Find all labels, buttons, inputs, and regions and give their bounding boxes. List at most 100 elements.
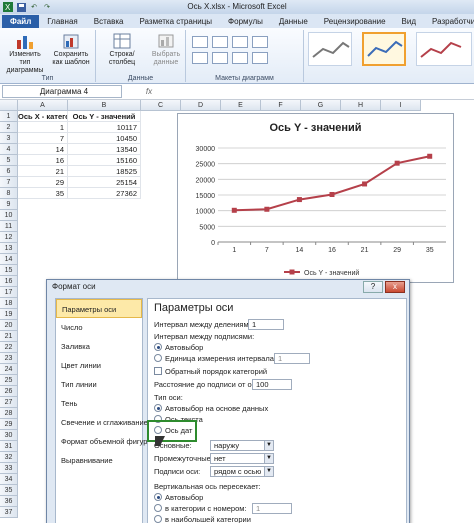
dialog-nav-item[interactable]: Формат объемной фигуры (56, 432, 153, 451)
row-header[interactable]: 18 (0, 298, 18, 309)
row-header[interactable]: 19 (0, 309, 18, 320)
row-header[interactable]: 32 (0, 452, 18, 463)
tab-8[interactable]: Разработчик (424, 15, 474, 28)
row-header[interactable]: 2 (0, 122, 18, 133)
chart-layout-3[interactable] (232, 36, 248, 48)
column-header-E[interactable]: E (221, 100, 261, 111)
reverse-checkbox[interactable] (154, 367, 162, 375)
cell-b[interactable]: 13540 (68, 144, 141, 155)
tab-1[interactable]: Главная (39, 15, 85, 28)
vert-max-radio[interactable] (154, 515, 162, 523)
dialog-nav-item[interactable]: Выравнивание (56, 451, 142, 470)
row-header[interactable]: 10 (0, 210, 18, 221)
fx-button[interactable]: fx (142, 87, 156, 96)
cell-b[interactable]: 25154 (68, 177, 141, 188)
row-header[interactable]: 13 (0, 243, 18, 254)
row-header[interactable]: 1 (0, 111, 18, 122)
name-box[interactable]: Диаграмма 4 (2, 85, 122, 98)
column-header-F[interactable]: F (261, 100, 301, 111)
row-header[interactable]: 21 (0, 331, 18, 342)
interval-input[interactable]: 1 (248, 319, 284, 330)
row-header[interactable]: 34 (0, 474, 18, 485)
auto-radio[interactable] (154, 343, 162, 351)
column-header-C[interactable]: C (141, 100, 181, 111)
chart-style-3[interactable] (416, 32, 472, 66)
column-header-H[interactable]: H (341, 100, 381, 111)
row-header[interactable]: 4 (0, 144, 18, 155)
cell-b[interactable]: 10450 (68, 133, 141, 144)
dialog-nav-item[interactable]: Тип линии (56, 375, 142, 394)
chart-layout-2[interactable] (212, 36, 228, 48)
vert-num-input[interactable]: 1 (252, 503, 292, 514)
unit-radio[interactable] (154, 354, 162, 362)
row-header[interactable]: 11 (0, 221, 18, 232)
row-header[interactable]: 37 (0, 507, 18, 518)
chart-layout-5[interactable] (192, 52, 208, 64)
tab-2[interactable]: Вставка (86, 15, 132, 28)
cell-header-b[interactable]: Ось Y - значений (68, 111, 141, 122)
cell-a[interactable]: 29 (18, 177, 68, 188)
row-header[interactable]: 36 (0, 496, 18, 507)
row-header[interactable]: 29 (0, 419, 18, 430)
row-header[interactable]: 28 (0, 408, 18, 419)
unit-input[interactable]: 1 (274, 353, 310, 364)
help-button[interactable]: ? (363, 281, 383, 293)
chart-layout-8[interactable] (252, 52, 268, 64)
row-header[interactable]: 15 (0, 265, 18, 276)
chart-style-1[interactable] (308, 32, 352, 66)
row-header[interactable]: 35 (0, 485, 18, 496)
row-header[interactable]: 22 (0, 342, 18, 353)
row-header[interactable]: 12 (0, 232, 18, 243)
row-header[interactable]: 5 (0, 155, 18, 166)
row-header[interactable]: 14 (0, 254, 18, 265)
switch-row-column-button[interactable]: Строка/столбец (98, 32, 146, 67)
row-header[interactable]: 31 (0, 441, 18, 452)
type-auto-radio[interactable] (154, 404, 162, 412)
tab-0[interactable]: Файл (2, 15, 40, 28)
cell-a[interactable]: 21 (18, 166, 68, 177)
cell-header-a[interactable]: Ось X - категорий (18, 111, 68, 122)
chart-layout-1[interactable] (192, 36, 208, 48)
dialog-nav-item[interactable]: Цвет линии (56, 356, 142, 375)
row-header[interactable]: 33 (0, 463, 18, 474)
column-header-I[interactable]: I (381, 100, 421, 111)
labels-select[interactable]: рядом с осью ▼ (210, 466, 274, 477)
save-template-button[interactable]: Сохранить как шаблон (50, 32, 92, 67)
cell-a[interactable]: 35 (18, 188, 68, 199)
select-data-button[interactable]: Выбрать данные (148, 32, 184, 67)
row-header[interactable]: 20 (0, 320, 18, 331)
cell-b[interactable]: 15160 (68, 155, 141, 166)
row-header[interactable]: 24 (0, 364, 18, 375)
close-button[interactable]: x (385, 281, 405, 293)
cell-b[interactable]: 27362 (68, 188, 141, 199)
column-header-B[interactable]: B (68, 100, 141, 111)
row-header[interactable]: 6 (0, 166, 18, 177)
row-header[interactable]: 25 (0, 375, 18, 386)
row-header[interactable]: 30 (0, 430, 18, 441)
tab-4[interactable]: Формулы (220, 15, 271, 28)
major-select[interactable]: наружу ▼ (210, 440, 274, 451)
cell-a[interactable]: 7 (18, 133, 68, 144)
minor-select[interactable]: нет ▼ (210, 453, 274, 464)
row-header[interactable]: 7 (0, 177, 18, 188)
vert-auto-radio[interactable] (154, 493, 162, 501)
cell-b[interactable]: 18525 (68, 166, 141, 177)
cell-a[interactable]: 1 (18, 122, 68, 133)
dialog-nav-item[interactable]: Число (56, 318, 142, 337)
chart-layout-4[interactable] (252, 36, 268, 48)
change-chart-type-button[interactable]: Изменить тип диаграммы (4, 32, 46, 75)
row-header[interactable]: 8 (0, 188, 18, 199)
row-header[interactable]: 3 (0, 133, 18, 144)
row-header[interactable]: 27 (0, 397, 18, 408)
chart-layout-7[interactable] (232, 52, 248, 64)
cell-b[interactable]: 10117 (68, 122, 141, 133)
row-header[interactable]: 17 (0, 287, 18, 298)
dialog-nav-item[interactable]: Тень (56, 394, 142, 413)
row-header[interactable]: 16 (0, 276, 18, 287)
select-all-corner[interactable] (0, 100, 18, 111)
tab-6[interactable]: Рецензирование (316, 15, 394, 28)
row-header[interactable]: 26 (0, 386, 18, 397)
cell-a[interactable]: 14 (18, 144, 68, 155)
dialog-nav-item[interactable]: Заливка (56, 337, 142, 356)
column-header-G[interactable]: G (301, 100, 341, 111)
